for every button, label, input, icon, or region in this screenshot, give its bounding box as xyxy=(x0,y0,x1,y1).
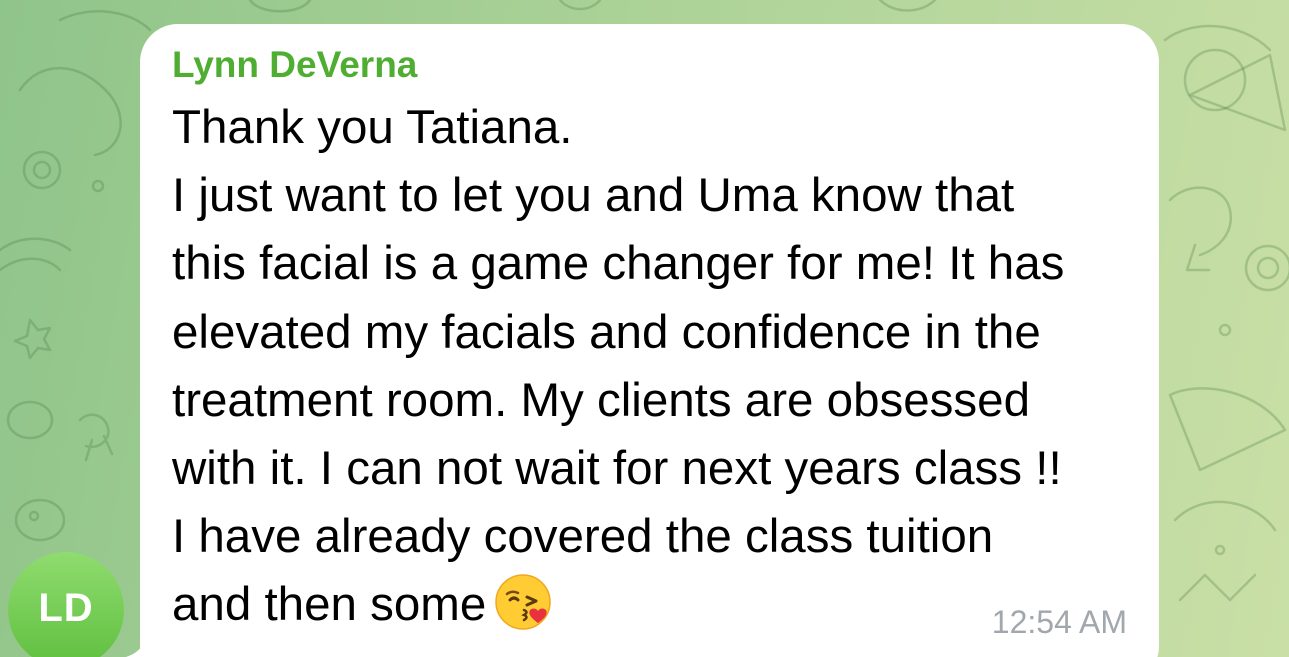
message-line: this facial is a game changer for me! It… xyxy=(172,237,1065,291)
message-line: I just want to let you and Uma know that xyxy=(172,169,1015,223)
message-line: I have already covered the class tuition xyxy=(172,510,994,564)
avatar-initials: LD xyxy=(38,586,94,630)
message-text: Thank you Tatiana. I just want to let yo… xyxy=(172,94,1162,640)
kissing-face-with-heart-emoji-icon xyxy=(495,574,551,631)
message-line: with it. I can not wait for next years c… xyxy=(172,442,1062,496)
message-line: and then some xyxy=(172,578,487,632)
sender-avatar[interactable]: LD xyxy=(8,552,124,657)
message-line: Thank you Tatiana. xyxy=(172,101,573,154)
message-bubble[interactable]: Lynn DeVerna Thank you Tatiana. I just w… xyxy=(140,24,1159,657)
message-line: elevated my facials and confidence in th… xyxy=(172,305,1041,359)
message-timestamp: 12:54 AM xyxy=(991,604,1127,640)
message-line: treatment room. My clients are obsessed xyxy=(172,373,1030,427)
sender-name[interactable]: Lynn DeVerna xyxy=(172,44,417,86)
